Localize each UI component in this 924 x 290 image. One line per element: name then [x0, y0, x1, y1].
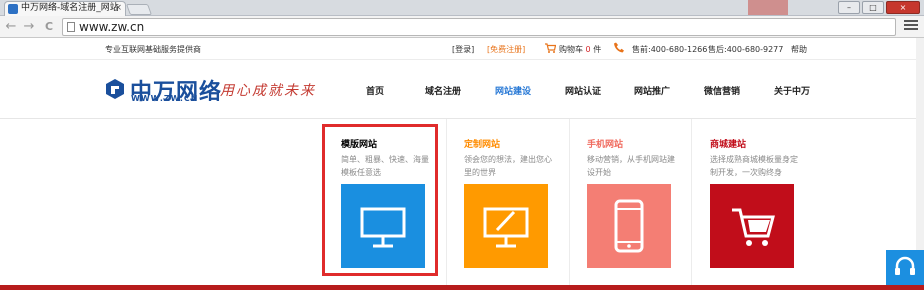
menu-icon[interactable]	[904, 20, 918, 34]
nav-website-build[interactable]: 网站建设	[495, 84, 531, 97]
aftersale-phone: 售后:400-680-9277	[708, 45, 784, 54]
nav-domain[interactable]: 域名注册	[425, 84, 461, 97]
cart-link[interactable]: 购物车 0 件	[559, 44, 601, 55]
tile-custom[interactable]	[464, 184, 548, 268]
minimize-button[interactable]: –	[838, 1, 860, 14]
cart-icon[interactable]	[545, 43, 557, 55]
bottom-banner-strip	[0, 285, 924, 290]
card-desc: 移动营销，从手机网站建设开始	[587, 155, 675, 177]
shopping-cart-icon	[710, 184, 794, 268]
design-monitor-icon	[464, 184, 548, 268]
maximize-button[interactable]: □	[862, 1, 884, 14]
column-divider	[446, 119, 447, 290]
logo-mark-icon[interactable]	[104, 78, 126, 100]
nav-promotion[interactable]: 网站推广	[634, 84, 670, 97]
site-topbar: 专业互联网基础服务提供商 [登录] [免费注册] 购物车 0 件 售前:400-…	[0, 38, 924, 60]
card-title[interactable]: 定制网站	[464, 137, 500, 150]
selection-highlight	[322, 124, 438, 276]
cart-label: 购物车	[559, 45, 583, 54]
support-button[interactable]	[886, 250, 924, 286]
profile-button[interactable]	[748, 0, 788, 15]
browser-tab[interactable]: 中万网络-域名注册_网站 ×	[4, 1, 126, 16]
login-link[interactable]: [登录]	[452, 44, 474, 55]
window-close-button[interactable]: ×	[886, 1, 920, 14]
help-link[interactable]: 帮助	[791, 44, 807, 55]
address-toolbar: ← → C www.zw.cn	[0, 16, 924, 38]
header-divider	[0, 118, 924, 119]
register-link[interactable]: [免费注册]	[487, 44, 525, 55]
cart-count: 0	[585, 45, 591, 54]
logo-domain: WWW.ZW.CN	[131, 94, 199, 103]
back-button[interactable]: ←	[4, 19, 18, 35]
scrollbar[interactable]	[916, 38, 924, 250]
cart-unit: 件	[593, 45, 602, 54]
url-text: www.zw.cn	[79, 20, 145, 34]
nav-home[interactable]: 首页	[366, 84, 384, 97]
tab-close-icon[interactable]: ×	[114, 2, 122, 15]
column-divider	[691, 119, 692, 290]
card-title[interactable]: 商城建站	[710, 137, 746, 150]
address-bar[interactable]: www.zw.cn	[62, 18, 896, 36]
phone-icon	[614, 42, 624, 55]
nav-wechat[interactable]: 微信营销	[704, 84, 740, 97]
headset-icon	[895, 256, 915, 275]
tab-title: 中万网络-域名注册_网站	[21, 3, 119, 13]
card-desc: 领会您的想法，建出您心里的世界	[464, 155, 552, 177]
forward-button[interactable]: →	[22, 19, 36, 35]
tile-mall[interactable]	[710, 184, 794, 268]
nav-website-cert[interactable]: 网站认证	[565, 84, 601, 97]
nav-about[interactable]: 关于中万	[774, 84, 810, 97]
tagline: 专业互联网基础服务提供商	[105, 45, 201, 54]
tab-strip: 中万网络-域名注册_网站 × – □ ×	[0, 0, 924, 16]
new-tab-button[interactable]	[125, 4, 153, 15]
phone-icon	[587, 184, 671, 268]
column-divider	[569, 119, 570, 290]
card-title[interactable]: 手机网站	[587, 137, 623, 150]
presale-phone: 售前:400-680-1266	[632, 45, 708, 54]
favicon-icon	[8, 4, 18, 14]
reload-button[interactable]: C	[42, 19, 56, 35]
slogan: 用心成就未来	[220, 83, 316, 99]
tile-mobile[interactable]	[587, 184, 671, 268]
page-icon	[67, 22, 75, 32]
card-desc: 选择成熟商城模板量身定制开发，一次购终身	[710, 155, 798, 177]
